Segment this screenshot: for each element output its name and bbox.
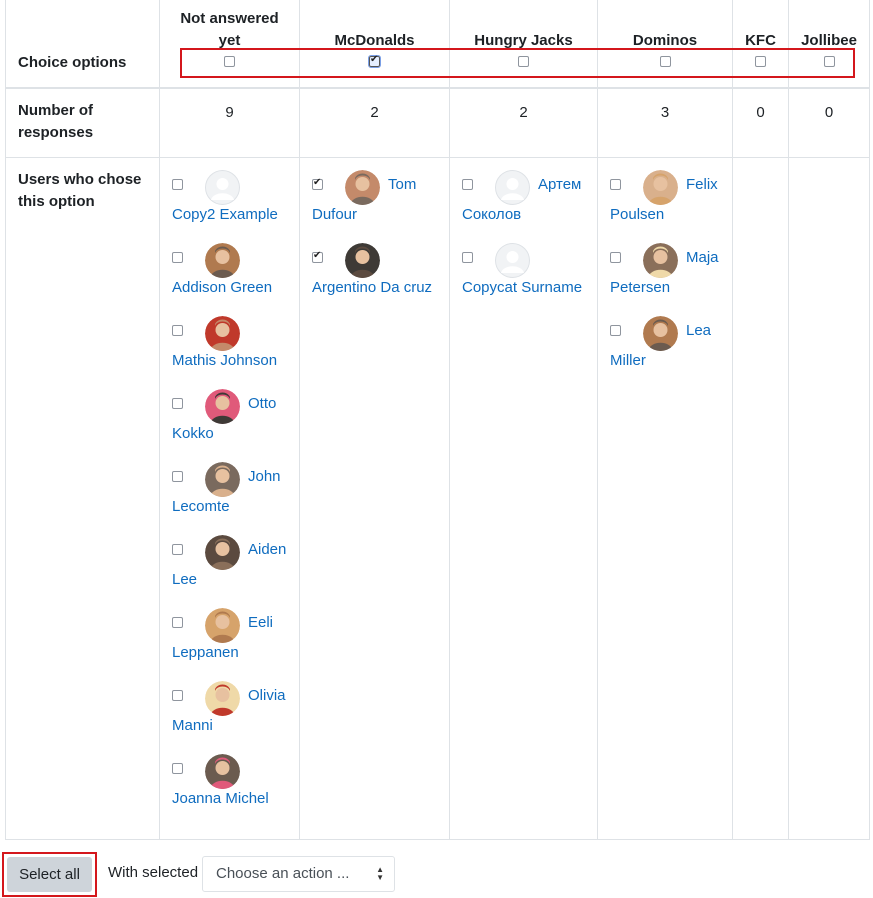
user-name-link[interactable]: Copy2 Example <box>172 200 278 230</box>
row-label-line: Number of <box>18 102 93 119</box>
user-name-link[interactable]: Lee <box>172 565 197 595</box>
user-avatar[interactable] <box>643 316 678 351</box>
column-header-not-answered: Not answered yet <box>160 8 299 52</box>
select-arrows-icon: ▲ ▼ <box>376 865 384 882</box>
response-count-not-answered: 9 <box>225 104 234 121</box>
user-name-link[interactable]: Miller <box>610 346 646 376</box>
user-name-link[interactable]: Dufour <box>312 200 357 230</box>
user-select-checkbox[interactable] <box>462 252 473 263</box>
response-count-hungry-jacks: 2 <box>519 104 528 121</box>
response-count-dominos: 3 <box>660 104 670 121</box>
response-count-mcdonalds: 2 <box>370 104 379 121</box>
row-label-choice-options: Choice options <box>18 54 127 71</box>
user-name-link[interactable]: Copycat Surname <box>462 273 582 303</box>
user-name-link[interactable]: Otto <box>248 389 276 419</box>
row-divider <box>6 87 869 89</box>
user-select-checkbox[interactable] <box>610 325 621 336</box>
select-column-kfc-checkbox[interactable] <box>755 56 766 67</box>
user-name-link[interactable]: Eeli <box>248 608 273 638</box>
column-divider <box>788 0 789 839</box>
user-name-link[interactable]: Joanna Michel <box>172 784 269 814</box>
user-select-checkbox[interactable] <box>312 250 323 263</box>
row-label-number-of-responses: Number of responses <box>18 100 93 144</box>
column-divider <box>159 0 160 839</box>
column-divider <box>449 0 450 839</box>
user-name-link[interactable]: Maja <box>686 243 719 273</box>
user-select-checkbox[interactable] <box>172 179 183 190</box>
user-name-link[interactable]: Olivia <box>248 681 286 711</box>
select-column-dominos-checkbox[interactable] <box>660 56 671 67</box>
user-select-checkbox[interactable] <box>172 617 183 628</box>
response-count-kfc: 0 <box>756 104 765 121</box>
row-label-users-who-chose: Users who chose this option <box>18 169 141 213</box>
select-all-button[interactable]: Select all <box>7 857 92 892</box>
row-divider <box>6 157 869 158</box>
row-label-line: this option <box>18 193 95 210</box>
user-name-link[interactable]: Соколов <box>462 200 521 230</box>
user-name-link[interactable]: Addison Green <box>172 273 272 303</box>
select-column-hungry-jacks-checkbox[interactable] <box>518 56 529 67</box>
user-name-link[interactable]: John <box>248 462 281 492</box>
user-name-link[interactable]: Артем <box>538 170 581 200</box>
row-label-line: responses <box>18 124 94 141</box>
user-name-link[interactable]: Argentino Da cruz <box>312 273 432 303</box>
user-name-link[interactable]: Aiden <box>248 535 286 565</box>
user-select-checkbox[interactable] <box>172 763 183 774</box>
user-name-link[interactable]: Mathis Johnson <box>172 346 277 376</box>
user-select-checkbox[interactable] <box>172 325 183 336</box>
user-select-checkbox[interactable] <box>172 471 183 482</box>
action-select[interactable]: Choose an action ... ▲ ▼ <box>202 856 395 892</box>
user-select-checkbox[interactable] <box>610 252 621 263</box>
user-select-checkbox[interactable] <box>462 179 473 190</box>
column-divider <box>299 0 300 839</box>
action-select-value: Choose an action ... <box>216 865 350 882</box>
user-name-link[interactable]: Felix <box>686 170 718 200</box>
user-name-link[interactable]: Tom <box>388 170 416 200</box>
user-name-link[interactable]: Lea <box>686 316 711 346</box>
select-column-jollibee-checkbox[interactable] <box>824 56 835 67</box>
user-select-checkbox[interactable] <box>312 177 323 190</box>
with-selected-label: With selected <box>108 864 199 881</box>
user-name-link[interactable]: Petersen <box>610 273 670 303</box>
user-select-checkbox[interactable] <box>610 179 621 190</box>
column-header-line: Not answered <box>180 10 279 27</box>
response-count-jollibee: 0 <box>824 104 834 121</box>
select-column-mcdonalds-checkbox[interactable] <box>368 54 381 68</box>
user-select-checkbox[interactable] <box>172 690 183 701</box>
user-name-link[interactable]: Leppanen <box>172 638 239 668</box>
select-all-highlight: Select all <box>2 852 97 897</box>
row-label-line: Users who chose <box>18 171 142 188</box>
user-select-checkbox[interactable] <box>172 398 183 409</box>
user-name-link[interactable]: Lecomte <box>172 492 230 522</box>
select-column-not-answered-checkbox[interactable] <box>224 56 235 67</box>
user-avatar[interactable] <box>205 535 240 570</box>
user-name-link[interactable]: Manni <box>172 711 213 741</box>
user-select-checkbox[interactable] <box>172 544 183 555</box>
user-name-link[interactable]: Poulsen <box>610 200 664 230</box>
choice-responses-table <box>5 0 870 840</box>
column-divider <box>597 0 598 839</box>
user-name-link[interactable]: Kokko <box>172 419 214 449</box>
column-divider <box>732 0 733 839</box>
user-select-checkbox[interactable] <box>172 252 183 263</box>
